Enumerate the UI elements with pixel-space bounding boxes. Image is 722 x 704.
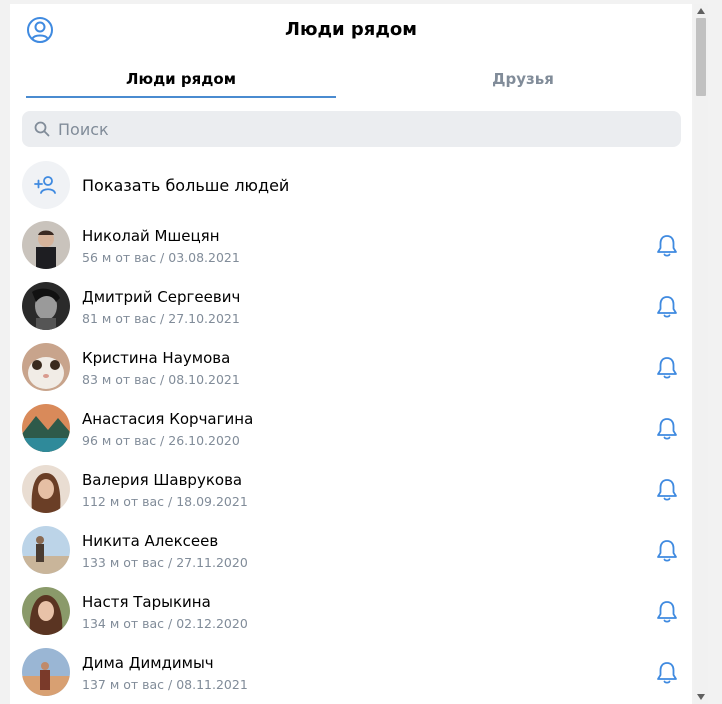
tab-friends[interactable]: Друзья: [368, 62, 678, 98]
list-item[interactable]: Дмитрий Сергеевич 81 м от вас / 27.10.20…: [22, 282, 681, 334]
app-window: Люди рядом Люди рядом Друзья Поиск Показ…: [0, 0, 722, 704]
person-name: Дмитрий Сергеевич: [82, 288, 241, 306]
avatar: [22, 221, 70, 269]
person-name: Анастасия Корчагина: [82, 410, 254, 428]
person-distance-date: 134 м от вас / 02.12.2020: [82, 616, 248, 631]
list-item[interactable]: Кристина Наумова 83 м от вас / 08.10.202…: [22, 343, 681, 395]
bell-icon[interactable]: [654, 538, 680, 564]
bell-icon[interactable]: [654, 660, 680, 686]
avatar: [22, 587, 70, 635]
list-item[interactable]: Валерия Шаврукова 112 м от вас / 18.09.2…: [22, 465, 681, 517]
scroll-up-arrow-icon[interactable]: [694, 4, 708, 18]
list-item[interactable]: Дима Димдимыч 137 м от вас / 08.11.2021: [22, 648, 681, 700]
add-user-icon: [22, 161, 70, 209]
header: Люди рядом: [10, 4, 692, 56]
person-name: Валерия Шаврукова: [82, 471, 243, 489]
search-placeholder: Поиск: [58, 119, 109, 139]
person-distance-date: 56 м от вас / 03.08.2021: [82, 250, 240, 265]
search-icon: [34, 121, 50, 137]
person-name: Дима Димдимыч: [82, 654, 214, 672]
person-name: Никита Алексеев: [82, 532, 219, 550]
scrollbar[interactable]: [694, 4, 708, 704]
person-distance-date: 96 м от вас / 26.10.2020: [82, 433, 240, 448]
avatar: [22, 648, 70, 696]
avatar: [22, 404, 70, 452]
bell-icon[interactable]: [654, 599, 680, 625]
avatar: [22, 526, 70, 574]
bell-icon[interactable]: [654, 233, 680, 259]
person-name: Кристина Наумова: [82, 349, 231, 367]
nearby-panel: Люди рядом Люди рядом Друзья Поиск Показ…: [10, 4, 692, 704]
person-distance-date: 133 м от вас / 27.11.2020: [82, 555, 248, 570]
avatar: [22, 465, 70, 513]
page-title: Люди рядом: [285, 19, 417, 40]
person-distance-date: 83 м от вас / 08.10.2021: [82, 372, 240, 387]
avatar: [22, 282, 70, 330]
avatar: [22, 343, 70, 391]
show-more-label: Показать больше людей: [82, 175, 290, 195]
tab-nearby[interactable]: Люди рядом: [26, 62, 336, 98]
scrollbar-thumb[interactable]: [696, 18, 706, 96]
scroll-down-arrow-icon[interactable]: [694, 690, 708, 704]
person-distance-date: 81 м от вас / 27.10.2021: [82, 311, 240, 326]
search-input[interactable]: Поиск: [22, 111, 681, 147]
person-name: Николай Мшецян: [82, 227, 220, 245]
list-item[interactable]: Анастасия Корчагина 96 м от вас / 26.10.…: [22, 404, 681, 456]
person-name: Настя Тарыкина: [82, 593, 211, 611]
bell-icon[interactable]: [654, 355, 680, 381]
show-more-button[interactable]: Показать больше людей: [22, 161, 681, 209]
tabs: Люди рядом Друзья: [26, 62, 678, 98]
list-item[interactable]: Никита Алексеев 133 м от вас / 27.11.202…: [22, 526, 681, 578]
person-distance-date: 137 м от вас / 08.11.2021: [82, 677, 248, 692]
list-item[interactable]: Николай Мшецян 56 м от вас / 03.08.2021: [22, 221, 681, 273]
bell-icon[interactable]: [654, 294, 680, 320]
bell-icon[interactable]: [654, 477, 680, 503]
list-item[interactable]: Настя Тарыкина 134 м от вас / 02.12.2020: [22, 587, 681, 639]
person-distance-date: 112 м от вас / 18.09.2021: [82, 494, 248, 509]
bell-icon[interactable]: [654, 416, 680, 442]
